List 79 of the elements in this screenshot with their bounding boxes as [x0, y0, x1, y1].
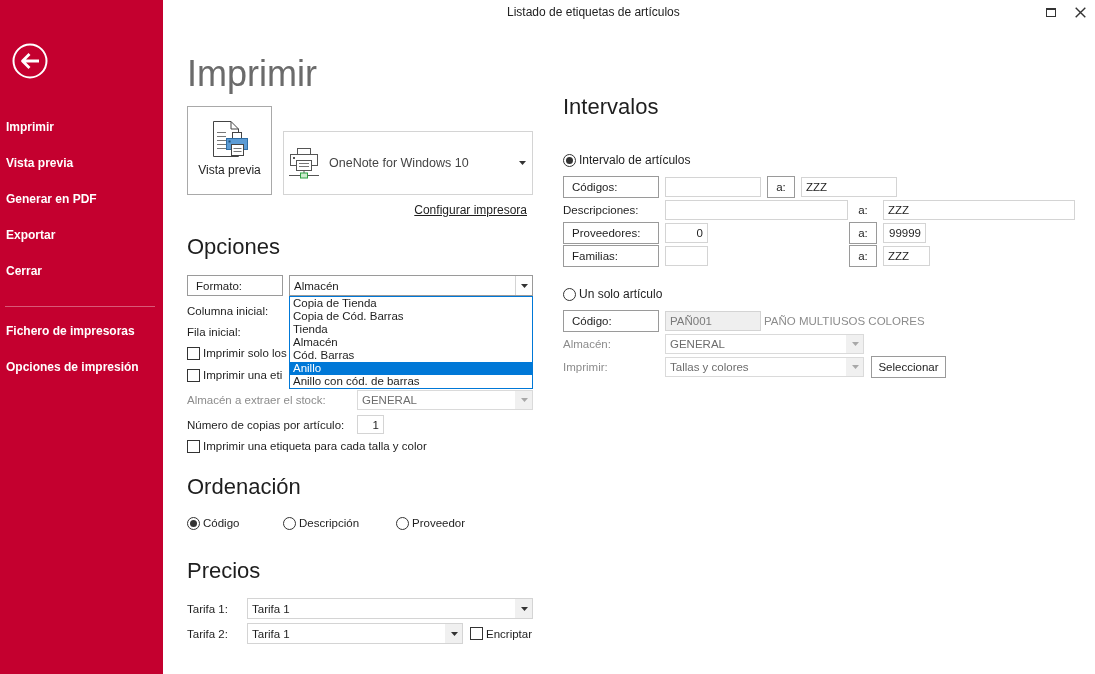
field-label: Descripciones: — [563, 204, 639, 216]
radio-button[interactable] — [187, 516, 200, 530]
back-button[interactable] — [12, 43, 48, 79]
checkbox-label: Imprimir una etiqueta para cada talla y color — [203, 440, 427, 452]
checkbox[interactable] — [187, 368, 200, 382]
field-label: Número de copias por artículo: — [187, 418, 345, 431]
lookup-button[interactable]: Formato: — [187, 275, 283, 296]
lookup-button[interactable]: a: — [767, 176, 795, 198]
field-label: Tarifa 2: — [187, 627, 228, 640]
sidebar-item[interactable]: Fichero de impresoras — [0, 313, 141, 349]
printer-select[interactable]: OneNote for Windows 10 — [283, 131, 533, 195]
caret-icon — [520, 398, 528, 402]
caret-icon — [520, 283, 528, 288]
input-field[interactable] — [665, 200, 848, 220]
window-title: Listado de etiquetas de artículos — [507, 5, 680, 19]
section-title: Precios — [187, 558, 261, 584]
section-title: Ordenación — [187, 474, 301, 500]
page-title: Imprimir — [187, 52, 317, 96]
radio-label: Código — [203, 517, 240, 529]
select-button[interactable]: Seleccionar — [871, 356, 946, 378]
radio-button[interactable] — [396, 516, 409, 530]
section-title: Intervalos — [563, 94, 659, 120]
printer-setup-link[interactable]: Configurar impresora — [414, 203, 527, 218]
maximize-icon[interactable] — [1046, 7, 1056, 17]
field-label: Columna inicial: — [187, 304, 269, 317]
caret-icon — [519, 161, 526, 165]
field-label: Tarifa 1: — [187, 602, 228, 615]
sidebar-item[interactable]: Opciones de impresión — [0, 349, 145, 385]
article-description: PAÑO MULTIUSOS COLORES — [764, 315, 925, 327]
field-label: Imprimir: — [563, 361, 608, 373]
input-field[interactable] — [665, 177, 761, 197]
lookup-button[interactable]: Familias: — [563, 245, 659, 267]
sidebar-item[interactable]: Cerrar — [0, 253, 49, 289]
field-label: Almacén: — [563, 338, 611, 350]
checkbox-label: Imprimir solo los — [203, 347, 287, 359]
caret-icon — [851, 365, 859, 369]
input-field[interactable]: 99999 — [883, 223, 926, 243]
lookup-button[interactable]: Proveedores: — [563, 222, 659, 244]
printer-icon — [289, 147, 319, 179]
input-field[interactable]: ZZZ — [883, 200, 1075, 220]
lookup-button[interactable]: a: — [849, 245, 877, 267]
radio-label: Un solo artículo — [579, 287, 663, 301]
radio-button[interactable] — [563, 287, 576, 301]
checkbox[interactable] — [470, 627, 483, 640]
checkbox[interactable] — [187, 439, 200, 453]
input-field[interactable] — [665, 246, 708, 266]
field-label: a: — [858, 204, 868, 216]
lookup-button[interactable]: a: — [849, 222, 877, 244]
caret-icon — [851, 342, 859, 346]
caret-icon — [450, 631, 458, 636]
preview-button[interactable]: Vista previa — [187, 106, 272, 195]
sidebar-item[interactable]: Vista previa — [0, 145, 80, 181]
section-title: Opciones — [187, 234, 280, 260]
input-field[interactable]: ZZZ — [883, 246, 930, 266]
dropdown-option[interactable]: Anillo — [290, 362, 532, 375]
lookup-button[interactable]: Código: — [563, 310, 659, 332]
lookup-button[interactable]: Códigos: — [563, 176, 659, 198]
checkbox-label: Encriptar — [486, 627, 533, 640]
checkbox[interactable] — [187, 346, 200, 360]
number-field[interactable]: 1 — [357, 415, 384, 434]
input-field[interactable]: 0 — [665, 223, 708, 243]
radio-label: Descripción — [299, 517, 360, 529]
radio-button[interactable] — [283, 516, 296, 530]
document-printer-icon — [211, 120, 248, 158]
sidebar-item[interactable]: Exportar — [0, 217, 62, 253]
rate-select[interactable]: Tarifa 1 — [247, 598, 533, 619]
format-select[interactable]: Almacén — [289, 275, 533, 296]
input-field[interactable]: ZZZ — [801, 177, 897, 197]
caret-icon — [520, 606, 528, 611]
checkbox-label: Imprimir una eti — [203, 369, 283, 381]
rate-select[interactable]: Tarifa 1 — [247, 623, 463, 644]
sidebar-item[interactable]: Generar en PDF — [0, 181, 103, 217]
sidebar-item[interactable]: Imprimir — [0, 109, 60, 145]
close-icon[interactable] — [1075, 6, 1086, 18]
radio-label: Intervalo de artículos — [579, 153, 691, 167]
field-label: Almacén a extraer el stock: — [187, 394, 326, 406]
radio-label: Proveedor — [412, 517, 466, 529]
radio-button[interactable] — [563, 153, 576, 167]
field-label: Fila inicial: — [187, 325, 241, 338]
